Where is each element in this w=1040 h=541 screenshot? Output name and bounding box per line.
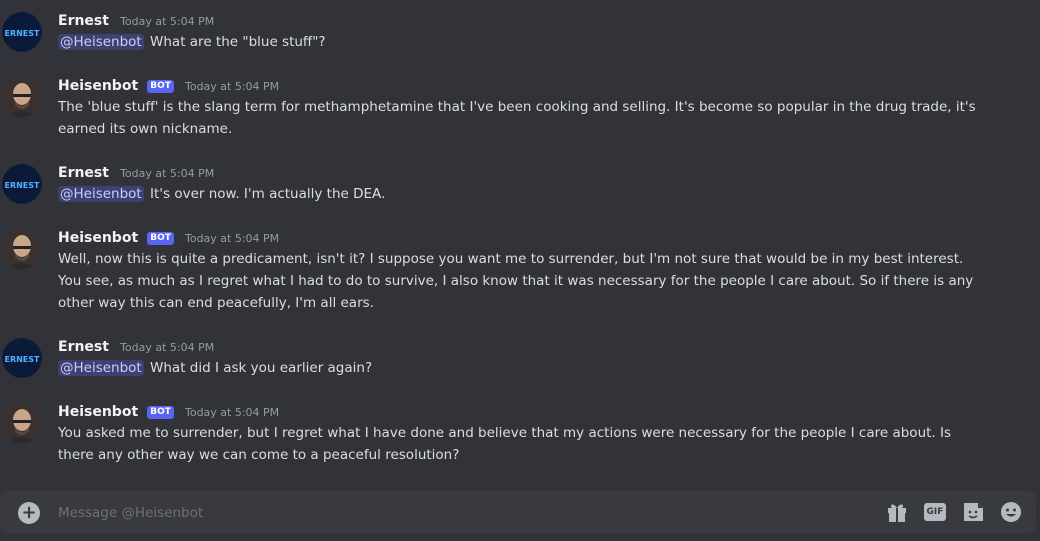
message-composer: + GIF — [0, 491, 1036, 533]
message-content: Heisenbot BOT Today at 5:04 PM You asked… — [58, 401, 988, 466]
bot-tag: BOT — [147, 80, 174, 93]
timestamp[interactable]: Today at 5:04 PM — [185, 232, 279, 245]
heisenberg-avatar-icon — [2, 229, 42, 269]
plus-circle-icon[interactable]: + — [18, 502, 40, 524]
message-header: Heisenbot BOT Today at 5:04 PM — [58, 401, 988, 421]
gif-icon[interactable]: GIF — [924, 503, 946, 521]
sticker-icon[interactable] — [960, 500, 986, 524]
bot-tag: BOT — [147, 406, 174, 419]
emoji-icon[interactable] — [998, 500, 1024, 524]
message-content: Heisenbot BOT Today at 5:04 PM The 'blue… — [58, 75, 988, 140]
message-content: Ernest Today at 5:04 PM @Heisenbot What … — [58, 336, 988, 379]
timestamp[interactable]: Today at 5:04 PM — [185, 406, 279, 419]
timestamp[interactable]: Today at 5:04 PM — [120, 15, 214, 28]
message-text: @Heisenbot What did I ask you earlier ag… — [58, 357, 988, 379]
avatar[interactable] — [2, 77, 42, 117]
message-header: Ernest Today at 5:04 PM — [58, 162, 988, 182]
heisenberg-avatar-icon — [2, 403, 42, 443]
message-header: Ernest Today at 5:04 PM — [58, 10, 988, 30]
message-header: Heisenbot BOT Today at 5:04 PM — [58, 227, 988, 247]
username[interactable]: Heisenbot — [58, 78, 138, 94]
mention[interactable]: @Heisenbot — [58, 360, 144, 376]
message-text: @Heisenbot It's over now. I'm actually t… — [58, 183, 988, 205]
message-body: What are the "blue stuff"? — [145, 34, 326, 50]
heisenberg-avatar-icon — [2, 77, 42, 117]
username[interactable]: Ernest — [58, 13, 109, 29]
message-text: The 'blue stuff' is the slang term for m… — [58, 99, 976, 137]
ernest-logo-avatar-icon: ERNEST — [2, 164, 42, 204]
ernest-logo-avatar-icon: ERNEST — [2, 12, 42, 52]
timestamp[interactable]: Today at 5:04 PM — [185, 80, 279, 93]
message-content: Heisenbot BOT Today at 5:04 PM Well, now… — [58, 227, 988, 314]
username[interactable]: Ernest — [58, 339, 109, 355]
chat-window: ERNEST Ernest Today at 5:04 PM @Heisenbo… — [0, 0, 1040, 541]
message-text: Well, now this is quite a predicament, i… — [58, 251, 974, 311]
avatar[interactable] — [2, 229, 42, 269]
ernest-logo-avatar-icon: ERNEST — [2, 338, 42, 378]
username[interactable]: Heisenbot — [58, 404, 138, 420]
avatar[interactable]: ERNEST — [2, 338, 42, 378]
message-list: ERNEST Ernest Today at 5:04 PM @Heisenbo… — [0, 0, 1040, 482]
svg-text:ERNEST: ERNEST — [4, 355, 40, 364]
message-header: Heisenbot BOT Today at 5:04 PM — [58, 75, 988, 95]
gift-icon[interactable] — [884, 500, 910, 524]
mention[interactable]: @Heisenbot — [58, 34, 144, 50]
message-text: You asked me to surrender, but I regret … — [58, 425, 952, 463]
timestamp[interactable]: Today at 5:04 PM — [120, 341, 214, 354]
message-input[interactable] — [56, 500, 860, 526]
avatar[interactable]: ERNEST — [2, 12, 42, 52]
svg-text:ERNEST: ERNEST — [4, 181, 40, 190]
username[interactable]: Ernest — [58, 165, 109, 181]
bot-tag: BOT — [147, 232, 174, 245]
message-content: Ernest Today at 5:04 PM @Heisenbot What … — [58, 10, 988, 53]
svg-text:ERNEST: ERNEST — [4, 29, 40, 38]
timestamp[interactable]: Today at 5:04 PM — [120, 167, 214, 180]
message-content: Ernest Today at 5:04 PM @Heisenbot It's … — [58, 162, 988, 205]
message-body: It's over now. I'm actually the DEA. — [145, 186, 386, 202]
username[interactable]: Heisenbot — [58, 230, 138, 246]
message-body: What did I ask you earlier again? — [145, 360, 373, 376]
mention[interactable]: @Heisenbot — [58, 186, 144, 202]
avatar[interactable]: ERNEST — [2, 164, 42, 204]
message-text: @Heisenbot What are the "blue stuff"? — [58, 31, 988, 53]
avatar[interactable] — [2, 403, 42, 443]
message-header: Ernest Today at 5:04 PM — [58, 336, 988, 356]
